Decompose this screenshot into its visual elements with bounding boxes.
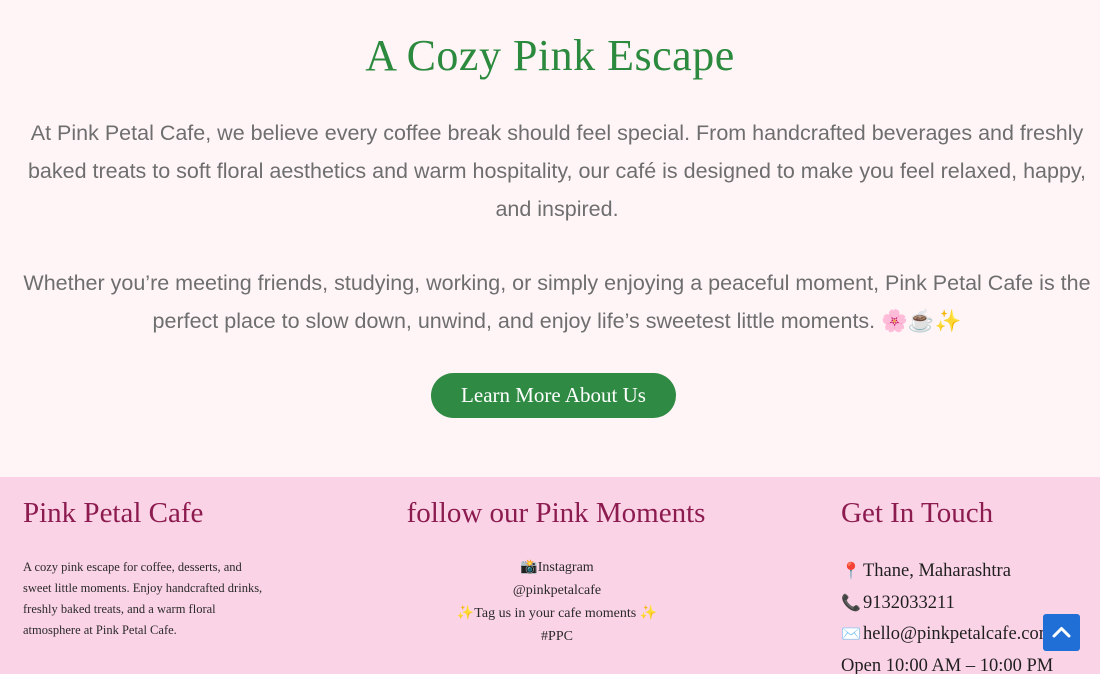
about-paragraph-2: Whether you’re meeting friends, studying… bbox=[23, 271, 1091, 333]
envelope-icon: ✉️ bbox=[841, 626, 861, 643]
chevron-up-icon bbox=[1052, 627, 1071, 638]
hashtag-text: #PPC bbox=[541, 629, 573, 644]
instagram-link[interactable]: 📸Instagram bbox=[407, 556, 707, 579]
email-text[interactable]: hello@pinkpetalcafe.com bbox=[863, 624, 1053, 644]
about-title: A Cozy Pink Escape bbox=[365, 31, 735, 80]
contact-location: 📍 Thane, Maharashtra bbox=[841, 556, 1053, 588]
about-section: A Cozy Pink Escape At Pink Petal Cafe, w… bbox=[0, 0, 1100, 477]
instagram-handle[interactable]: @pinkpetalcafe bbox=[407, 579, 707, 602]
phone-text[interactable]: 9132033211 bbox=[863, 593, 955, 613]
opening-hours: Open 10:00 AM – 10:00 PM bbox=[841, 655, 1054, 674]
footer-brand-description: A cozy pink escape for coffee, desserts,… bbox=[23, 560, 263, 637]
about-paragraph-1: At Pink Petal Cafe, we believe every cof… bbox=[27, 121, 1087, 221]
social-block: 📸Instagram @pinkpetalcafe ✨Tag us in you… bbox=[407, 556, 707, 648]
tag-us-text: ✨Tag us in your cafe moments ✨ bbox=[456, 606, 658, 621]
scroll-to-top-button[interactable] bbox=[1043, 614, 1080, 651]
page: A Cozy Pink Escape At Pink Petal Cafe, w… bbox=[0, 0, 1100, 674]
location-pin-icon: 📍 bbox=[841, 563, 861, 580]
footer: Pink Petal Cafe A cozy pink escape for c… bbox=[0, 477, 1100, 674]
contact-phone: 📞 9132033211 bbox=[841, 588, 1053, 620]
contact-block: 📍 Thane, Maharashtra 📞 9132033211 ✉️ hello@… bbox=[841, 556, 1053, 674]
footer-contact-heading: Get In Touch bbox=[841, 497, 994, 529]
contact-email: ✉️ hello@pinkpetalcafe.com bbox=[841, 619, 1053, 651]
learn-more-button[interactable]: Learn More About Us bbox=[431, 373, 676, 418]
location-text: Thane, Maharashtra bbox=[863, 561, 1011, 581]
phone-icon: 📞 bbox=[841, 594, 861, 612]
